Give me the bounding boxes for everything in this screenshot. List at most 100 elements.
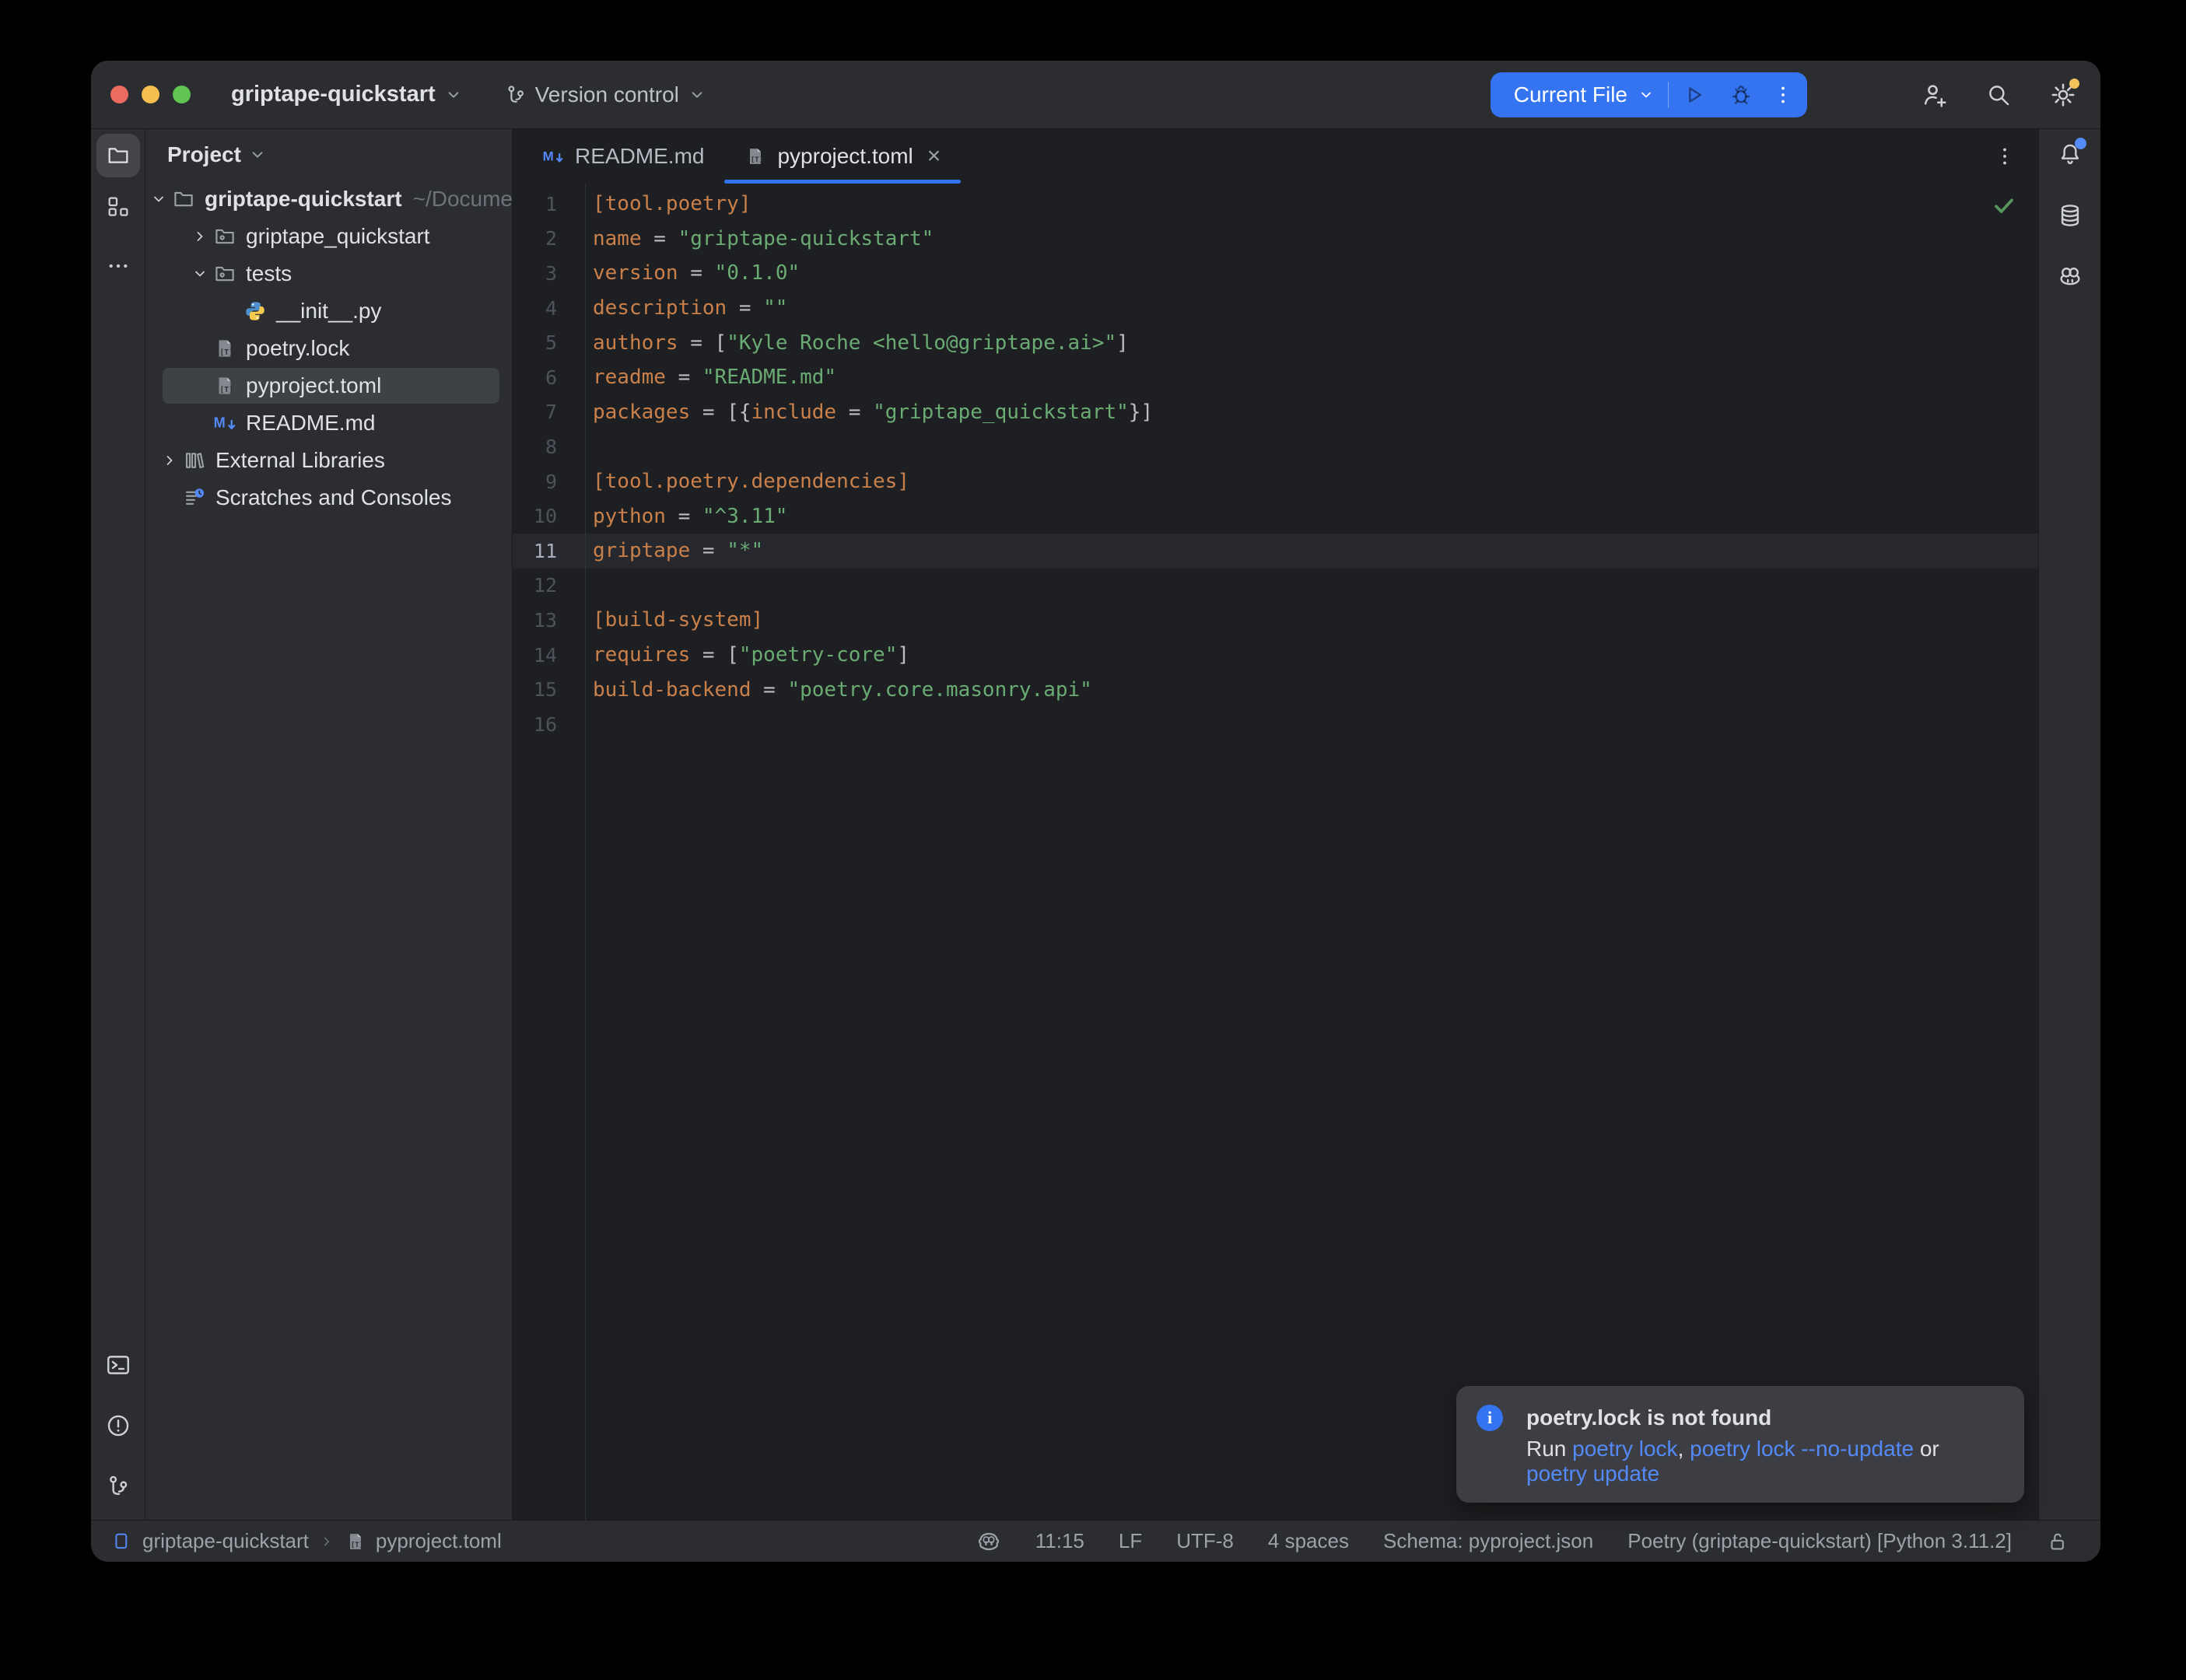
tab-readme-md[interactable]: MREADME.md	[522, 129, 724, 184]
line-number: 7	[513, 401, 585, 423]
project-tool-button[interactable]	[96, 134, 140, 177]
code-line-1[interactable]: 1[tool.poetry]	[513, 187, 2038, 222]
code-line-11[interactable]: 11griptape = "*"	[513, 534, 2038, 569]
code-line-15[interactable]: 15build-backend = "poetry.core.masonry.a…	[513, 672, 2038, 707]
tree-item-scratches-and-consoles[interactable]: Scratches and Consoles	[145, 479, 512, 516]
chevron-down-icon[interactable]	[1637, 86, 1655, 104]
code-line-5[interactable]: 5authors = ["Kyle Roche <hello@griptape.…	[513, 325, 2038, 360]
vcs-widget[interactable]: Version control	[504, 82, 707, 107]
copilot-icon[interactable]	[976, 1529, 1001, 1554]
status-widget-lf[interactable]: LF	[1119, 1529, 1142, 1553]
project-panel-header[interactable]: Project	[145, 129, 512, 180]
chevron-down-icon[interactable]	[145, 190, 172, 208]
markdown-icon: M	[213, 411, 236, 435]
ai-assistant-tool-button[interactable]	[2057, 264, 2083, 290]
code-line-16[interactable]: 16	[513, 707, 2038, 742]
tab-options-button[interactable]	[1993, 145, 2016, 168]
code-line-13[interactable]: 13[build-system]	[513, 603, 2038, 638]
settings-button[interactable]	[2049, 81, 2077, 109]
run-config-selector[interactable]: Current File	[1514, 82, 1627, 107]
notification-link-poetry-lock[interactable]: poetry lock	[1572, 1437, 1677, 1461]
code-editor[interactable]: 1[tool.poetry]2name = "griptape-quicksta…	[513, 184, 2038, 1520]
chevron-down-icon	[443, 85, 464, 105]
status-widget-4-spaces[interactable]: 4 spaces	[1268, 1529, 1349, 1553]
status-widget-utf-8[interactable]: UTF-8	[1176, 1529, 1234, 1553]
toml-icon: [T]	[213, 374, 236, 397]
code-line-3[interactable]: 3version = "0.1.0"	[513, 256, 2038, 291]
code-line-2[interactable]: 2name = "griptape-quickstart"	[513, 222, 2038, 257]
chevron-right-icon[interactable]	[187, 227, 213, 246]
tab-label: pyproject.toml	[777, 144, 913, 169]
notifications-tool-button[interactable]	[2057, 141, 2083, 167]
status-widget-schema-pyproject-json[interactable]: Schema: pyproject.json	[1383, 1529, 1593, 1553]
chevron-down-icon[interactable]	[187, 264, 213, 283]
line-number: 10	[513, 505, 585, 527]
minimize-window-button[interactable]	[142, 86, 159, 103]
status-widget-poetry-griptape-quicksta[interactable]: Poetry (griptape-quickstart) [Python 3.1…	[1627, 1529, 2012, 1553]
tab-pyproject-toml[interactable]: [T]pyproject.toml×	[724, 129, 961, 184]
tree-item-tests[interactable]: tests	[145, 255, 512, 292]
tree-item-griptape-quickstart[interactable]: griptape-quickstart~/Docume	[145, 180, 512, 218]
run-configuration-pill: Current File	[1491, 72, 1807, 117]
code-line-14[interactable]: 14requires = ["poetry-core"]	[513, 638, 2038, 673]
toml-icon: [T]	[345, 1531, 366, 1552]
breadcrumb-file[interactable]: pyproject.toml	[376, 1529, 502, 1553]
code-line-12[interactable]: 12	[513, 569, 2038, 604]
problems-tool-button[interactable]	[105, 1412, 131, 1439]
more-run-options-button[interactable]	[1771, 83, 1795, 107]
code-text: [tool.poetry]	[585, 192, 751, 215]
code-text: griptape = "*"	[585, 539, 763, 562]
tree-item-label: __init__.py	[276, 299, 381, 324]
database-tool-button[interactable]	[2057, 202, 2083, 229]
editor-area: MREADME.md[T]pyproject.toml× 1[tool.poet…	[513, 129, 2038, 1520]
tree-item-path: ~/Docume	[413, 187, 513, 212]
search-button[interactable]	[1985, 82, 2012, 108]
add-user-button[interactable]	[1920, 81, 1948, 109]
code-line-9[interactable]: 9[tool.poetry.dependencies]	[513, 464, 2038, 499]
project-folder-icon	[106, 143, 131, 168]
status-widget-11-15[interactable]: 11:15	[1035, 1529, 1084, 1553]
run-button[interactable]	[1681, 82, 1708, 108]
zoom-window-button[interactable]	[173, 86, 191, 103]
status-widgets: 11:15 LF UTF-8 4 spaces Schema: pyproject.js…	[976, 1529, 2069, 1554]
package-folder-icon	[213, 225, 236, 248]
project-widget[interactable]: griptape-quickstart	[231, 82, 464, 107]
tree-item-readme-md[interactable]: M README.md	[145, 404, 512, 442]
settings-update-badge	[2069, 79, 2079, 89]
tree-item--init-py[interactable]: __init__.py	[145, 292, 512, 330]
divider	[1668, 82, 1669, 108]
tree-item-griptape-quickstart[interactable]: griptape_quickstart	[145, 218, 512, 255]
tree-item-poetry-lock[interactable]: [T]poetry.lock	[145, 330, 512, 367]
breadcrumb-project[interactable]: griptape-quickstart	[142, 1529, 309, 1553]
code-text: packages = [{include = "griptape_quickst…	[585, 401, 1153, 424]
line-number: 6	[513, 366, 585, 389]
notification-link-poetry-update[interactable]: poetry update	[1526, 1461, 1659, 1486]
more-tool-windows-button[interactable]	[106, 254, 131, 278]
tree-item-label: README.md	[246, 411, 375, 436]
code-line-10[interactable]: 10python = "^3.11"	[513, 499, 2038, 534]
code-line-4[interactable]: 4description = ""	[513, 291, 2038, 326]
notification-link-poetry-lock-no-update[interactable]: poetry lock --no-update	[1690, 1437, 1914, 1461]
close-tab-icon[interactable]: ×	[927, 143, 941, 170]
tree-item-external-libraries[interactable]: External Libraries	[145, 442, 512, 479]
code-text: description = ""	[585, 296, 787, 320]
version-control-tool-button[interactable]	[105, 1473, 131, 1500]
markdown-icon: M	[542, 145, 564, 167]
terminal-tool-button[interactable]	[105, 1352, 131, 1378]
project-panel-title: Project	[167, 142, 241, 167]
code-line-8[interactable]: 8	[513, 429, 2038, 464]
debug-button[interactable]	[1728, 82, 1754, 108]
inspections-ok-icon[interactable]	[1992, 193, 2016, 218]
line-number: 1	[513, 193, 585, 215]
svg-text:[T]: [T]	[351, 1542, 363, 1549]
close-window-button[interactable]	[110, 86, 128, 103]
lock-open-icon[interactable]	[2046, 1530, 2069, 1553]
gutter-divider	[585, 184, 586, 1520]
tree-item-pyproject-toml[interactable]: [T]pyproject.toml	[145, 367, 512, 404]
line-number: 16	[513, 713, 585, 736]
structure-tool-button[interactable]	[106, 194, 131, 219]
code-line-6[interactable]: 6readme = "README.md"	[513, 360, 2038, 395]
chevron-right-icon[interactable]	[156, 451, 183, 470]
notification-balloon[interactable]: i poetry.lock is not found Run poetry lo…	[1456, 1386, 2024, 1503]
code-line-7[interactable]: 7packages = [{include = "griptape_quicks…	[513, 395, 2038, 430]
